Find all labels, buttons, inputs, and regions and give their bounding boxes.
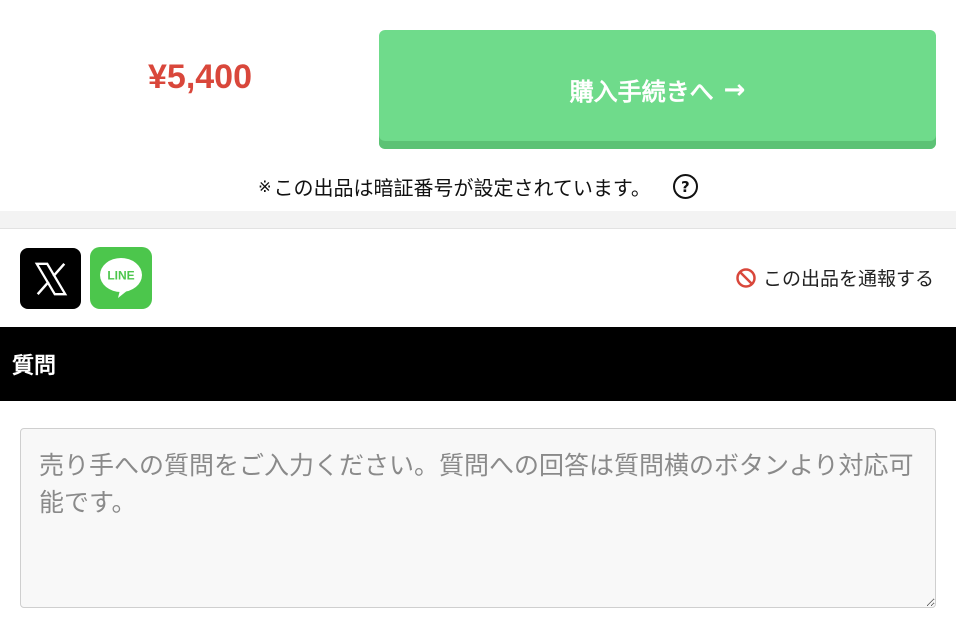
share-line-button[interactable]: LINE: [90, 247, 152, 309]
proceed-to-purchase-label: 購入手続きへ: [569, 78, 714, 106]
arrow-right-icon: →: [723, 74, 746, 105]
line-logo-text: LINE: [107, 269, 134, 283]
help-icon[interactable]: ?: [672, 174, 698, 199]
pin-notice: ※ この出品は暗証番号が設定されています。 ?: [0, 172, 956, 201]
pin-notice-text: この出品は暗証番号が設定されています。: [273, 176, 651, 200]
prohibited-icon: [736, 267, 756, 288]
notice-mark: ※: [258, 177, 272, 196]
report-label: この出品を通報する: [762, 268, 934, 290]
report-listing-link[interactable]: この出品を通報する: [735, 264, 934, 291]
questions-section-header: 質問: [0, 327, 956, 401]
question-input[interactable]: [20, 428, 936, 608]
price-label: ¥5,400: [148, 58, 252, 96]
item-purchase-page: ¥5,400 購入手続きへ → ※ この出品は暗証番号が設定されています。 ? …: [0, 0, 956, 618]
x-logo-icon: [34, 262, 67, 295]
questions-title: 質問: [12, 354, 57, 379]
share-x-button[interactable]: [20, 248, 81, 309]
proceed-to-purchase-button[interactable]: 購入手続きへ →: [379, 30, 936, 149]
line-logo-icon: LINE: [100, 258, 142, 298]
section-divider: [0, 211, 956, 229]
